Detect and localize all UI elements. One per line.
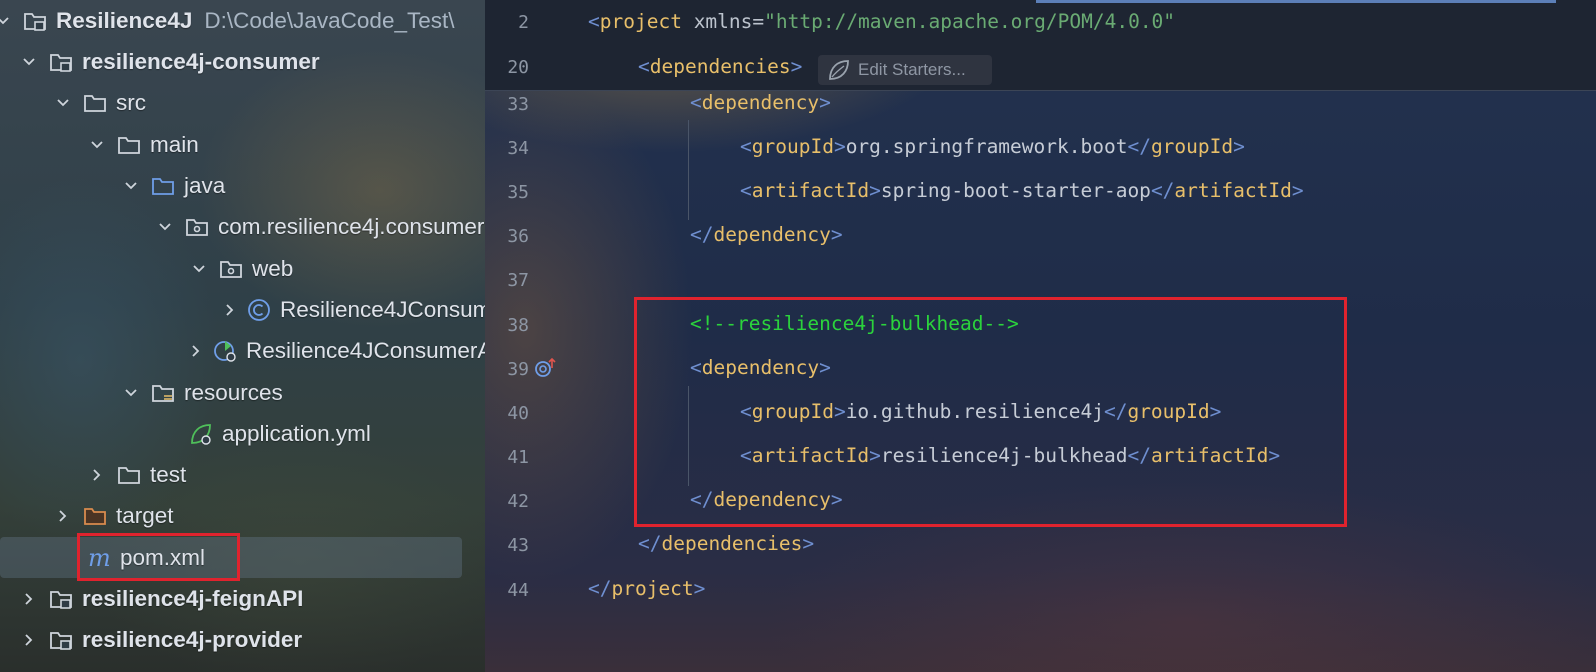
module-folder-icon (48, 49, 74, 75)
tree-item-test[interactable]: test (86, 455, 494, 495)
code-line-34[interactable]: <groupId>org.springframework.boot</group… (740, 135, 1245, 158)
line-number: 41 (507, 447, 529, 468)
tree-item-label: main (150, 132, 199, 157)
edit-starters-hint[interactable]: Edit Starters... (818, 55, 992, 85)
tree-item-label: com.resilience4j.consumer (218, 214, 485, 239)
tree-item-src[interactable]: src (52, 83, 494, 123)
tree-item-label: src (116, 90, 146, 115)
line-number: 39 (507, 359, 529, 380)
code-editor[interactable]: 2 <project xmlns="http://maven.apache.or… (485, 0, 1596, 672)
project-name: Resilience4J (56, 8, 193, 33)
chevron-down-icon[interactable] (120, 382, 142, 404)
chevron-right-icon[interactable] (18, 629, 40, 651)
chevron-right-icon[interactable] (18, 588, 40, 610)
line-number: 44 (507, 580, 529, 601)
chevron-right-icon[interactable] (188, 340, 204, 362)
chevron-down-icon[interactable] (120, 175, 142, 197)
scroll-indicator (1036, 0, 1556, 3)
tree-item-label: java (184, 173, 226, 198)
line-number: 20 (507, 57, 529, 78)
code-line-33[interactable]: <dependency> (690, 91, 831, 114)
tree-item-label: test (150, 462, 187, 487)
chevron-down-icon[interactable] (154, 216, 176, 238)
pom-xml-highlight-box (77, 533, 240, 581)
project-tree-panel: Resilience4J D:\Code\JavaCode_Test\ resi… (0, 0, 494, 672)
line-number: 38 (507, 315, 529, 336)
source-folder-icon (150, 173, 176, 199)
tree-item-label: Resilience4JConsumerApplication (246, 338, 494, 363)
resources-folder-icon (150, 380, 176, 406)
tree-item-application-class[interactable]: Resilience4JConsumerApplication (188, 331, 494, 371)
code-line-36[interactable]: </dependency> (690, 223, 843, 246)
tree-item-application-yml[interactable]: application.yml (188, 414, 494, 454)
tree-item-resources[interactable]: resources (120, 373, 494, 413)
code-line-44[interactable]: </project> (588, 577, 705, 600)
chevron-down-icon[interactable] (86, 134, 108, 156)
tree-item-java[interactable]: java (120, 166, 494, 206)
tree-item-label: target (116, 503, 174, 528)
chevron-right-icon[interactable] (86, 464, 108, 486)
code-line-43[interactable]: </dependencies> (638, 532, 814, 555)
tree-item-target[interactable]: target (52, 496, 494, 536)
tree-item-label: Resilience4JConsumerController (280, 297, 494, 322)
edit-starters-label: Edit Starters... (858, 60, 966, 79)
tree-item-package[interactable]: com.resilience4j.consumer (154, 207, 494, 247)
line-number: 2 (518, 12, 529, 33)
line-number: 37 (507, 270, 529, 291)
package-icon (218, 256, 244, 282)
tree-item-web[interactable]: web (188, 249, 494, 289)
line-number: 34 (507, 138, 529, 159)
line-number: 33 (507, 94, 529, 115)
class-icon (246, 297, 272, 323)
line-number: 43 (507, 535, 529, 556)
module-folder-icon (48, 586, 74, 612)
package-icon (184, 214, 210, 240)
tree-item-controller-class[interactable]: Resilience4JConsumerController (222, 290, 494, 330)
chevron-down-icon[interactable] (188, 258, 210, 280)
tree-item-label: web (252, 256, 294, 281)
tree-item-label: resilience4j-feignAPI (82, 586, 304, 611)
chevron-right-icon[interactable] (52, 505, 74, 527)
folder-icon (116, 462, 142, 488)
excluded-folder-icon (82, 503, 108, 529)
project-path: D:\Code\JavaCode_Test\ (204, 8, 455, 33)
folder-icon (82, 90, 108, 116)
spring-boot-class-icon (212, 338, 238, 364)
indent-guide (688, 120, 689, 220)
tree-item-label: resilience4j-provider (82, 627, 303, 652)
tree-root-row[interactable]: Resilience4J D:\Code\JavaCode_Test\ (0, 1, 494, 41)
chevron-right-icon[interactable] (222, 299, 238, 321)
tree-item-resilience4j-feignapi[interactable]: resilience4j-feignAPI (18, 579, 494, 619)
bulkhead-dependency-highlight-box (634, 297, 1347, 527)
tree-item-label: resilience4j-consumer (82, 49, 320, 74)
sticky-line-project[interactable]: <project xmlns="http://maven.apache.org/… (588, 10, 1175, 33)
module-folder-icon (22, 8, 48, 34)
line-number: 36 (507, 226, 529, 247)
tree-item-resilience4j-consumer[interactable]: resilience4j-consumer (18, 42, 494, 82)
dependency-gutter-icon[interactable] (533, 356, 559, 380)
spring-config-icon (188, 421, 214, 447)
chevron-down-icon[interactable] (52, 92, 74, 114)
module-folder-icon (48, 627, 74, 653)
line-number: 35 (507, 182, 529, 203)
tree-item-label: application.yml (222, 421, 371, 446)
tree-item-resilience4j-provider[interactable]: resilience4j-provider (18, 620, 494, 660)
sticky-line-dependencies[interactable]: <dependencies> (638, 55, 802, 78)
tree-item-main[interactable]: main (86, 125, 494, 165)
code-line-35[interactable]: <artifactId>spring-boot-starter-aop</art… (740, 179, 1304, 202)
spring-leaf-icon (829, 60, 849, 80)
line-number: 42 (507, 491, 529, 512)
folder-icon (116, 132, 142, 158)
chevron-down-icon[interactable] (18, 51, 40, 73)
tree-item-label: resources (184, 380, 283, 405)
chevron-down-icon[interactable] (0, 10, 14, 32)
sticky-lines-header[interactable]: 2 <project xmlns="http://maven.apache.or… (485, 0, 1596, 91)
line-number: 40 (507, 403, 529, 424)
